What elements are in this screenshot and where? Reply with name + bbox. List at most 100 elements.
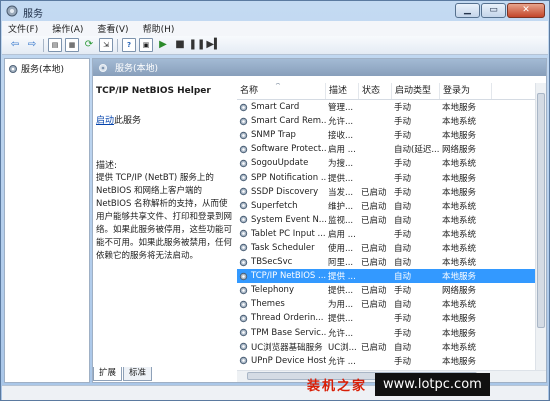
console-tree-icon[interactable]: ▤ <box>48 38 62 52</box>
toolbar: ⇦ ⇨ ▤ ▦ ⟳ ⇲ ? ▣ ▶ ■ ❚❚ ▶▍ <box>2 36 548 55</box>
cell-logon-as: 本地系统 <box>442 215 477 226</box>
gear-icon <box>239 244 248 252</box>
table-row[interactable]: SPP Notification ... 提供... 手动 本地服务 <box>237 170 546 184</box>
cell-logon-as: 本地系统 <box>442 342 477 353</box>
close-icon: ✕ <box>522 5 530 15</box>
export-icon[interactable]: ⇲ <box>99 38 113 52</box>
minimize-button[interactable]: ▁ <box>455 3 480 18</box>
cell-name: SSDP Discovery <box>237 187 326 197</box>
maximize-button[interactable]: ▭ <box>481 3 506 18</box>
table-row[interactable]: Thread Orderin... 提供... 手动 本地服务 <box>237 311 546 325</box>
services-list: ^ 名称 描述 状态 启动类型 登录为 Smart Card 管理... 手动 本地服务… <box>237 83 546 370</box>
table-row[interactable]: UC浏览器基础服务 UC浏... 已启动 自动 本地系统 <box>237 340 546 354</box>
gear-icon <box>239 145 248 154</box>
gear-icon <box>239 357 248 365</box>
column-header-name[interactable]: ^ 名称 <box>237 83 326 99</box>
start-service-link[interactable]: 启动 <box>96 116 114 126</box>
gear-icon <box>239 216 248 224</box>
table-row[interactable]: Task Scheduler 使用... 已启动 自动 本地系统 <box>237 241 546 255</box>
menu-action[interactable]: 操作(A) <box>52 22 83 35</box>
tab-extended[interactable]: 扩展 <box>93 367 123 381</box>
cell-startup-type: 手动 <box>394 117 412 128</box>
help-icon[interactable]: ? <box>122 38 136 52</box>
table-row[interactable]: Software Protect... 启用 ... 自动(延迟... 网络服务 <box>237 142 546 156</box>
gear-icon <box>239 173 248 182</box>
cell-logon-as: 本地系统 <box>442 229 477 240</box>
cell-startup-type: 手动 <box>394 173 412 184</box>
cell-startup-type: 手动 <box>394 159 412 170</box>
column-header-logon-as[interactable]: 登录为 <box>440 83 492 99</box>
sort-ascending-icon: ^ <box>275 83 281 90</box>
table-row[interactable]: SNMP Trap 接收... 手动 本地服务 <box>237 128 546 142</box>
cell-startup-type: 手动 <box>394 187 412 198</box>
close-button[interactable]: ✕ <box>507 3 545 18</box>
menu-view[interactable]: 查看(V) <box>97 22 128 35</box>
cell-startup-type: 自动(延迟... <box>394 145 440 156</box>
cell-status: 已启动 <box>361 258 387 269</box>
table-row[interactable]: Tablet PC Input ... 启用 ... 手动 本地系统 <box>237 227 546 241</box>
table-row[interactable]: SSDP Discovery 当发... 已启动 手动 本地服务 <box>237 185 546 199</box>
gear-icon <box>239 202 248 210</box>
restart-icon[interactable]: ▶▍ <box>206 38 221 52</box>
cell-description: 为用... <box>328 300 354 311</box>
tab-standard[interactable]: 标准 <box>123 367 153 381</box>
table-row[interactable]: UPnP Device Host 允许 ... 手动 本地服务 <box>237 354 546 368</box>
vertical-scrollbar[interactable] <box>535 83 546 370</box>
cell-name: SPP Notification ... <box>237 173 326 183</box>
cell-logon-as: 本地服务 <box>442 187 477 198</box>
back-arrow-icon[interactable]: ⇦ <box>8 38 22 52</box>
gear-icon <box>239 159 248 168</box>
table-row[interactable]: Superfetch 维护... 已启动 自动 本地系统 <box>237 199 546 213</box>
properties-icon[interactable]: ▦ <box>65 38 79 52</box>
gear-icon <box>239 103 248 111</box>
column-header-status[interactable]: 状态 <box>359 83 392 99</box>
table-row[interactable]: Smart Card Rem... 允许... 手动 本地系统 <box>237 114 546 128</box>
table-row[interactable]: TPM Base Servic... 允许... 手动 本地服务 <box>237 326 546 340</box>
cell-name: TCP/IP NetBIOS ... <box>237 271 326 281</box>
stop-icon[interactable]: ■ <box>173 38 187 52</box>
menu-file[interactable]: 文件(F) <box>8 22 38 35</box>
cell-description: 管理... <box>328 103 354 114</box>
cell-startup-type: 自动 <box>394 258 412 269</box>
cell-startup-type: 手动 <box>394 328 412 339</box>
refresh-icon[interactable]: ⟳ <box>82 38 96 52</box>
table-row[interactable]: TCP/IP NetBIOS ... 提供 ... 自动 本地服务 <box>237 269 546 284</box>
column-header-description[interactable]: 描述 <box>326 83 359 99</box>
maximize-icon: ▭ <box>489 5 498 15</box>
cell-startup-type: 自动 <box>394 243 412 254</box>
cell-status: 已启动 <box>361 187 387 198</box>
cell-description: 使用... <box>328 243 354 254</box>
cell-logon-as: 本地系统 <box>442 258 477 269</box>
tree-item-label: 服务(本地) <box>21 65 65 75</box>
scrollbar-thumb[interactable] <box>537 93 545 328</box>
title-bar[interactable]: 服务 ▁ ▭ ✕ <box>1 1 549 21</box>
table-row[interactable]: TBSecSvc 阿里... 已启动 自动 本地系统 <box>237 255 546 269</box>
play-icon[interactable]: ▶ <box>156 38 170 52</box>
table-row[interactable]: Telephony 提供... 已启动 手动 网络服务 <box>237 283 546 297</box>
tree-item-services-local[interactable]: 服务(本地) <box>8 62 64 75</box>
table-row[interactable]: Themes 为用... 已启动 自动 本地系统 <box>237 297 546 311</box>
gear-icon <box>239 230 248 238</box>
description-label: 描述: <box>96 161 118 171</box>
table-row[interactable]: System Event N... 监视... 已启动 自动 本地系统 <box>237 213 546 227</box>
watermark: 装机之家 www.lotpc.com <box>307 370 547 398</box>
cell-name: System Event N... <box>237 215 326 225</box>
table-row[interactable]: SogouUpdate 为搜... 手动 本地系统 <box>237 156 546 170</box>
gear-icon <box>239 342 248 351</box>
service-title: TCP/IP NetBIOS Helper <box>96 86 211 96</box>
table-row[interactable]: Smart Card 管理... 手动 本地服务 <box>237 100 546 114</box>
menu-help[interactable]: 帮助(H) <box>143 22 175 35</box>
window-controls: ▁ ▭ ✕ <box>454 3 545 18</box>
cell-name: UPnP Device Host <box>237 356 326 366</box>
services-window: 服务 ▁ ▭ ✕ 文件(F) 操作(A) 查看(V) 帮助(H) ⇦ ⇨ ▤ ▦… <box>0 0 550 401</box>
cell-name: Tablet PC Input ... <box>237 229 326 239</box>
cell-logon-as: 网络服务 <box>442 286 477 297</box>
forward-arrow-icon[interactable]: ⇨ <box>25 38 39 52</box>
column-header-startup-type[interactable]: 启动类型 <box>392 83 440 99</box>
mmc-icon[interactable]: ▣ <box>139 38 153 52</box>
cell-startup-type: 手动 <box>394 314 412 325</box>
view-tabs: 扩展 标准 <box>93 367 153 381</box>
pause-icon[interactable]: ❚❚ <box>189 38 206 52</box>
cell-startup-type: 手动 <box>394 131 412 142</box>
cell-status: 已启动 <box>361 201 387 212</box>
